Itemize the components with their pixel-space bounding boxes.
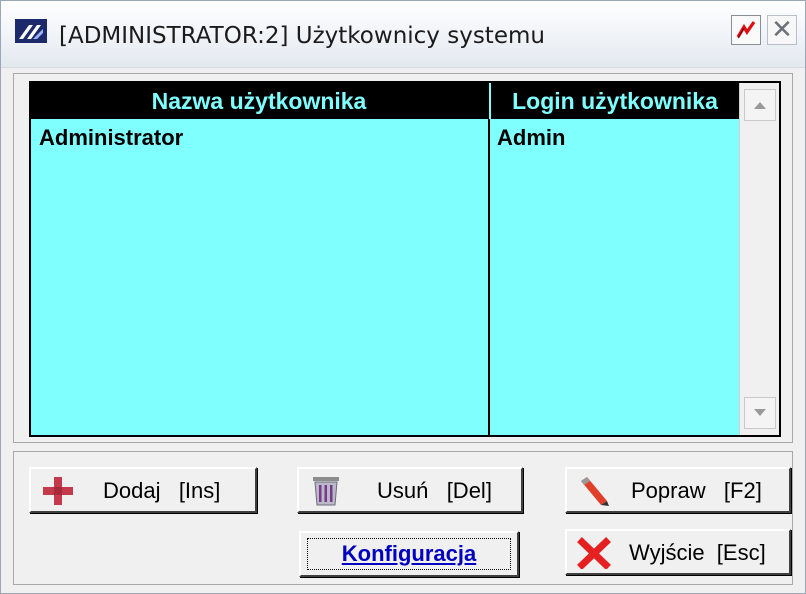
title-bar[interactable]: [ADMINISTRATOR:2] Użytkownicy systemu ✕ bbox=[1, 1, 805, 68]
table-row[interactable]: Administrator Admin bbox=[31, 123, 739, 157]
user-name-cell: Administrator bbox=[39, 125, 184, 150]
exit-button-label: Wyjście [Esc] bbox=[629, 540, 766, 565]
pin-icon bbox=[736, 21, 756, 39]
delete-button[interactable]: Usuń [Del] bbox=[297, 467, 523, 513]
exit-button[interactable]: Wyjście [Esc] bbox=[565, 529, 791, 575]
pencil-icon bbox=[577, 475, 611, 507]
pin-button[interactable] bbox=[731, 15, 761, 45]
arrow-down-icon bbox=[754, 409, 766, 416]
window-title: [ADMINISTRATOR:2] Użytkownicy systemu bbox=[59, 23, 545, 49]
vertical-scrollbar[interactable] bbox=[739, 83, 779, 435]
arrow-up-icon bbox=[754, 102, 766, 109]
add-button-label: Dodaj [Ins] bbox=[103, 478, 221, 503]
column-header-name[interactable]: Nazwa użytkownika bbox=[31, 83, 487, 119]
edit-button-label: Popraw [F2] bbox=[631, 478, 762, 503]
app-logo-icon bbox=[15, 19, 47, 43]
close-icon: ✕ bbox=[771, 15, 793, 45]
scroll-up-button[interactable] bbox=[744, 89, 776, 121]
delete-button-label: Usuń [Del] bbox=[377, 478, 492, 503]
grid-header: Nazwa użytkownika Login użytkownika bbox=[31, 83, 739, 119]
add-button[interactable]: Dodaj [Ins] bbox=[29, 467, 257, 513]
close-button[interactable]: ✕ bbox=[767, 15, 797, 45]
plus-icon bbox=[41, 475, 75, 507]
edit-button[interactable]: Popraw [F2] bbox=[565, 467, 791, 513]
users-window: [ADMINISTRATOR:2] Użytkownicy systemu ✕ … bbox=[0, 0, 806, 594]
scroll-down-button[interactable] bbox=[744, 397, 776, 429]
focus-outline bbox=[307, 538, 511, 570]
user-login-cell: Admin bbox=[497, 125, 566, 150]
column-header-login[interactable]: Login użytkownika bbox=[489, 83, 739, 119]
column-divider bbox=[488, 119, 490, 435]
red-x-icon bbox=[577, 537, 611, 570]
trash-icon bbox=[309, 475, 343, 507]
configuration-button[interactable]: Konfiguracja bbox=[299, 531, 519, 577]
users-grid[interactable]: Nazwa użytkownika Login użytkownika Admi… bbox=[29, 81, 781, 437]
